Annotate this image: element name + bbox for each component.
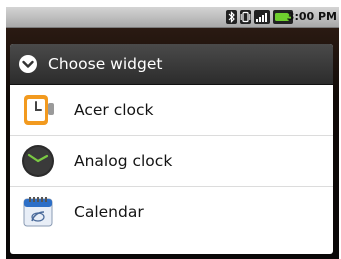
calendar-icon <box>23 197 53 227</box>
status-time: 3:00 PM <box>286 10 337 23</box>
status-icons <box>226 10 293 24</box>
list-item-label: Acer clock <box>74 101 154 119</box>
acer-clock-icon <box>24 95 54 125</box>
list-item-calendar[interactable]: Calendar <box>10 187 333 237</box>
list-item-label: Analog clock <box>74 152 173 170</box>
status-bar: 3:00 PM <box>6 7 339 28</box>
list-item-label: Calendar <box>74 203 144 221</box>
dialog-header: Choose widget <box>10 44 333 85</box>
dialog-title: Choose widget <box>48 55 163 73</box>
chevron-down-circle-icon <box>19 55 37 73</box>
analog-clock-icon <box>22 145 54 177</box>
widget-list: Acer clock Analog clock Calendar <box>10 85 333 237</box>
signal-icon <box>254 10 270 24</box>
list-item-acer-clock[interactable]: Acer clock <box>10 85 333 136</box>
vibrate-icon <box>240 10 251 24</box>
bluetooth-icon <box>226 10 237 24</box>
choose-widget-dialog: Choose widget Acer clock Analog clock Ca… <box>10 44 333 254</box>
phone-screen: 3:00 PM Choose widget Acer clock Analog … <box>6 7 339 259</box>
list-item-analog-clock[interactable]: Analog clock <box>10 136 333 187</box>
